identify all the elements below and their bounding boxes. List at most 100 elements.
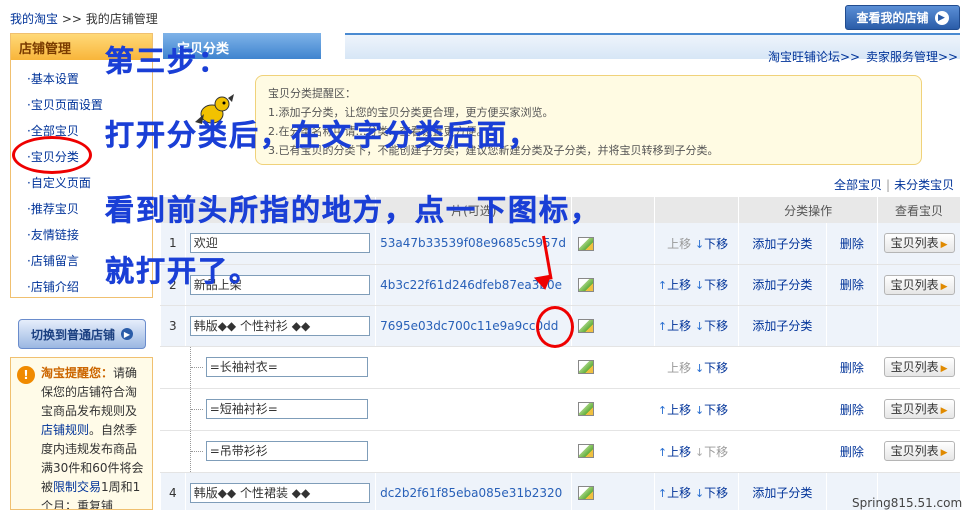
delete-link[interactable]: 删除 [840, 403, 864, 417]
move-down-button: ↓下移 [695, 445, 728, 459]
item-list-button[interactable]: 宝贝列表 ▶ [883, 357, 955, 377]
sidebar-item-label: 基本设置 [30, 72, 79, 86]
move-down-button[interactable]: ↓下移 [695, 486, 728, 500]
sidebar-item-label: 店铺介绍 [30, 280, 79, 294]
image-icon[interactable] [578, 318, 595, 333]
add-subcategory-link[interactable]: 添加子分类 [752, 278, 812, 292]
item-list-button[interactable]: 宝贝列表 ▶ [883, 233, 955, 254]
category-name-input[interactable]: 韩版◆◆ 个性裙装 ◆◆ [189, 482, 370, 503]
image-icon[interactable] [578, 360, 595, 375]
restrict-trade-link[interactable]: 限制交易 [53, 480, 101, 494]
empty-cell [738, 346, 827, 389]
category-name-input[interactable]: 韩版◆◆ 个性衬衫 ◆◆ [189, 315, 370, 336]
arrow-right-icon: ▶ [121, 328, 133, 340]
view-my-store-label: 查看我的店铺 [856, 11, 929, 25]
arrow-down-icon: ↓ [694, 279, 705, 292]
item-list-button[interactable]: 宝贝列表 ▶ [883, 399, 955, 419]
subcategory-name-input[interactable]: =长袖衬衣= [205, 356, 368, 377]
table-row: 4 韩版◆◆ 个性裙装 ◆◆ dc2b2f61f85eba085e31b2320… [160, 472, 960, 510]
subcategory-name-input[interactable]: =短袖衬衫= [205, 398, 368, 419]
sidebar-item-label: 友情链接 [30, 228, 79, 242]
indent-cell [160, 430, 186, 473]
move-down-button[interactable]: ↓下移 [695, 403, 728, 417]
image-icon[interactable] [578, 236, 595, 251]
move-down-button[interactable]: ↓下移 [695, 361, 728, 375]
switch-store-label: 切换到普通店铺 [30, 327, 115, 342]
move-up-button: 上移 [667, 361, 691, 375]
breadcrumb-home-link[interactable]: 我的淘宝 [10, 12, 58, 26]
empty-cell [375, 346, 572, 389]
move-down-button[interactable]: ↓下移 [695, 237, 728, 251]
category-table: 片(可选) 分类操作 查看宝贝 1 欢迎 53a47b33539f08e9685… [160, 197, 960, 510]
table-row: =长袖衬衣= 上移 ↓下移 删除 宝贝列表 ▶ [160, 346, 960, 389]
delete-link[interactable]: 删除 [840, 445, 864, 459]
sidebar-item-label: 宝贝页面设置 [30, 98, 103, 112]
delete-link[interactable]: 删除 [840, 278, 864, 292]
item-list-button[interactable]: 宝贝列表 ▶ [883, 274, 955, 295]
view-my-store-button[interactable]: 查看我的店铺 ▶ [845, 5, 960, 30]
add-subcategory-link[interactable]: 添加子分类 [752, 319, 812, 333]
tree-connector [189, 346, 206, 388]
move-up-button[interactable]: ↑上移 [658, 445, 691, 459]
empty-cell [825, 305, 878, 347]
empty-cell [877, 305, 960, 347]
tutorial-step-title: 第三步： [105, 44, 230, 79]
subcategory-name-input[interactable]: =吊带衫衫 [205, 440, 368, 461]
store-rules-link[interactable]: 店铺规则 [41, 423, 89, 437]
move-up-button[interactable]: ↑上移 [658, 403, 691, 417]
empty-cell [375, 388, 572, 431]
forum-link[interactable]: 淘宝旺铺论坛>> [768, 48, 860, 65]
arrow-right-icon: ▶ [940, 364, 948, 374]
move-down-label: 下移 [704, 402, 729, 417]
add-subcategory-link[interactable]: 添加子分类 [752, 237, 812, 251]
move-down-label: 下移 [704, 278, 729, 292]
filter-separator: | [886, 178, 891, 192]
image-icon[interactable] [578, 444, 595, 459]
delete-link[interactable]: 删除 [840, 237, 864, 251]
table-row: =短袖衬衫= ↑上移 ↓下移 删除 宝贝列表 ▶ [160, 388, 960, 431]
warning-icon: ! [17, 366, 35, 384]
arrow-up-icon: ↑ [657, 279, 668, 292]
all-items-link[interactable]: 全部宝贝 [834, 178, 882, 192]
tutorial-text: 就打开了。 [105, 254, 261, 289]
tree-connector [189, 388, 206, 430]
arrow-down-icon: ↓ [694, 320, 705, 333]
taobao-reminder: ! 淘宝提醒您：请确保您的店铺符合淘宝商品发布规则及店铺规则。自然季度内违规发布… [10, 357, 153, 510]
move-up-button[interactable]: ↑上移 [658, 319, 691, 333]
arrow-right-icon: ▶ [940, 406, 948, 416]
uncategorized-link[interactable]: 未分类宝贝 [894, 178, 954, 192]
arrow-up-icon: ↑ [657, 320, 668, 333]
move-down-button[interactable]: ↓下移 [695, 278, 728, 292]
arrow-right-icon: ▶ [940, 281, 948, 292]
move-up-label: 上移 [667, 236, 692, 251]
move-up-button[interactable]: ↑上移 [658, 486, 691, 500]
item-list-button[interactable]: 宝贝列表 ▶ [883, 441, 955, 461]
delete-link[interactable]: 删除 [840, 361, 864, 375]
tree-connector [189, 430, 206, 472]
image-icon[interactable] [578, 485, 595, 500]
breadcrumb-separator: >> [61, 12, 82, 26]
move-up-button[interactable]: ↑上移 [658, 278, 691, 292]
add-subcategory-link[interactable]: 添加子分类 [752, 486, 812, 500]
sidebar-item-label: 自定义页面 [30, 176, 91, 190]
reminder-title: 淘宝提醒您： [41, 366, 114, 380]
move-down-label: 下移 [704, 444, 729, 459]
column-header [653, 197, 739, 223]
arrow-down-icon: ↓ [694, 445, 705, 459]
empty-cell [738, 430, 827, 473]
move-up-label: 上移 [667, 486, 692, 500]
move-down-label: 下移 [704, 360, 729, 375]
image-icon[interactable] [578, 402, 595, 417]
item-list-label: 宝贝列表 [890, 360, 939, 374]
move-up-button: 上移 [667, 237, 691, 251]
breadcrumb: 我的淘宝 >> 我的店铺管理 [10, 10, 158, 27]
page: 我的淘宝 >> 我的店铺管理 查看我的店铺 ▶ 店铺管理 ·基本设置 ·宝贝页面… [0, 0, 965, 510]
watermark: Spring815.51.com [852, 496, 963, 510]
image-icon[interactable] [578, 277, 595, 292]
arrow-up-icon: ↑ [657, 445, 668, 459]
arrow-up-icon: ↑ [657, 487, 668, 500]
seller-service-link[interactable]: 卖家服务管理>> [866, 48, 958, 65]
move-down-button[interactable]: ↓下移 [695, 319, 728, 333]
item-list-label: 宝贝列表 [890, 402, 939, 416]
switch-to-normal-store-button[interactable]: 切换到普通店铺 ▶ [18, 319, 146, 349]
